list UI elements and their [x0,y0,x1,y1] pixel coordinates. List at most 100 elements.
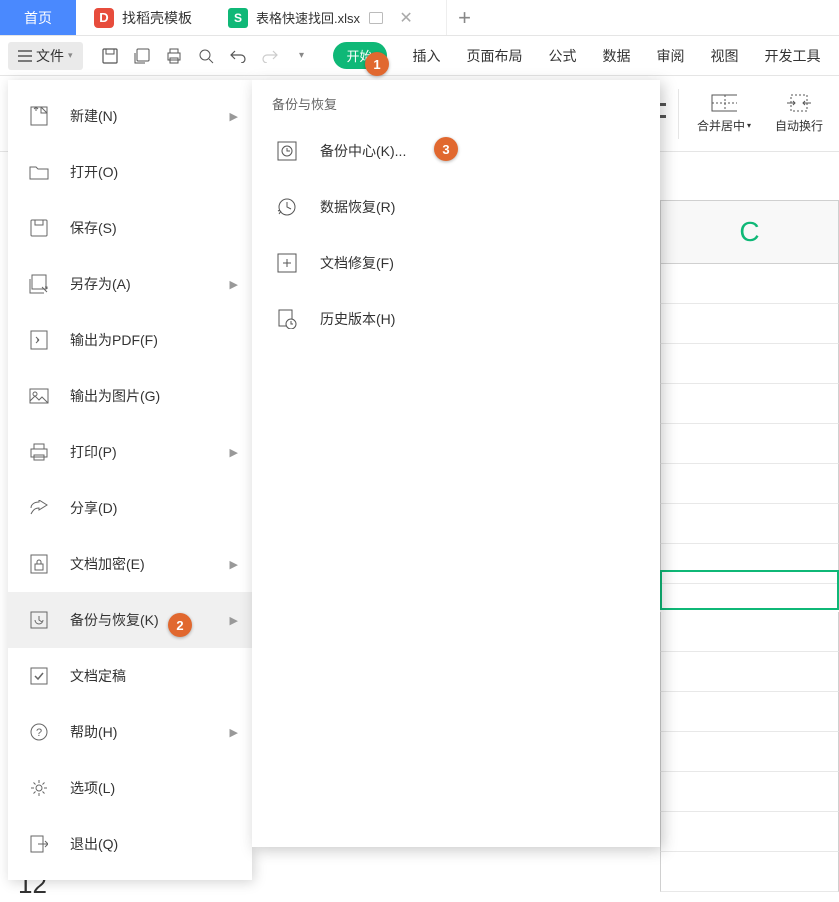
submenu-data-recovery[interactable]: 数据恢复(R) [252,179,660,235]
tab-bar: 首页 D 找稻壳模板 S 表格快速找回.xlsx ✕ + [0,0,839,36]
new-icon [28,105,50,127]
grid-cell[interactable] [660,772,839,812]
grid-cell[interactable] [660,464,839,504]
file-button[interactable]: 文件 ▾ [8,42,83,70]
close-tab-icon[interactable]: ✕ [398,10,414,26]
grid-cell[interactable] [660,504,839,544]
grid-cell[interactable] [660,612,839,652]
spreadsheet-grid[interactable]: C [660,200,839,902]
chevron-right-icon: ▶ [230,726,238,739]
auto-wrap-label: 自动换行 [775,117,823,134]
grid-cell[interactable] [660,264,839,304]
menu-open-label: 打开(O) [70,162,118,182]
save-icon-button[interactable] [95,41,125,71]
chevron-right-icon: ▶ [230,558,238,571]
ribbon-tab-dev[interactable]: 开发工具 [765,46,821,66]
merge-icon [711,93,737,113]
menu-new-label: 新建(N) [70,106,117,126]
grid-cell-selected[interactable] [660,570,839,610]
help-icon: ? [28,721,50,743]
lock-icon [28,553,50,575]
svg-text:?: ? [36,727,42,739]
quick-toolbar: 文件 ▾ ▾ 开始 插入 页面布局 公式 数据 审阅 视图 开发工具 [0,36,839,76]
ribbon-tab-formula[interactable]: 公式 [549,46,577,66]
print-icon [28,441,50,463]
menu-export-img[interactable]: 输出为图片(G) [8,368,252,424]
preview-icon-button[interactable] [191,41,221,71]
chevron-right-icon: ▶ [230,614,238,627]
check-doc-icon [28,665,50,687]
menu-backup-restore[interactable]: 备份与恢复(K) ▶ [8,592,252,648]
grid-cell[interactable] [660,384,839,424]
menu-finalize-label: 文档定稿 [70,666,126,686]
callout-badge-1: 1 [365,52,389,76]
menu-help[interactable]: ? 帮助(H) ▶ [8,704,252,760]
menu-open[interactable]: 打开(O) [8,144,252,200]
undo-icon-button[interactable] [223,41,253,71]
menu-encrypt[interactable]: 文档加密(E) ▶ [8,536,252,592]
detach-window-icon[interactable] [368,10,384,26]
menu-options-label: 选项(L) [70,778,115,798]
grid-cell[interactable] [660,852,839,892]
menu-backup-restore-label: 备份与恢复(K) [70,610,159,630]
column-header-c[interactable]: C [660,200,839,264]
save-as-icon-button[interactable] [127,41,157,71]
submenu-backup-center-label: 备份中心(K)... [320,141,406,161]
ribbon-view-label: 视图 [711,48,739,64]
chevron-down-icon: ▾ [747,121,751,130]
grid-cell[interactable] [660,812,839,852]
menu-share[interactable]: 分享(D) [8,480,252,536]
submenu-doc-repair[interactable]: 文档修复(F) [252,235,660,291]
redo-icon-button[interactable] [255,41,285,71]
exit-icon [28,833,50,855]
ribbon-tab-review[interactable]: 审阅 [657,46,685,66]
menu-options[interactable]: 选项(L) [8,760,252,816]
menu-encrypt-label: 文档加密(E) [70,554,145,574]
menu-export-pdf[interactable]: 输出为PDF(F) [8,312,252,368]
print-icon-button[interactable] [159,41,189,71]
file-menu: 新建(N) ▶ 打开(O) 保存(S) 另存为(A) ▶ 输出为PDF(F) 输… [8,80,252,880]
menu-finalize[interactable]: 文档定稿 [8,648,252,704]
new-tab-button[interactable]: + [446,0,482,35]
ribbon-tab-insert[interactable]: 插入 [413,46,441,66]
ribbon-tab-view[interactable]: 视图 [711,46,739,66]
spreadsheet-icon: S [228,8,248,28]
grid-cell[interactable] [660,424,839,464]
hamburger-icon [18,50,32,62]
menu-new[interactable]: 新建(N) ▶ [8,88,252,144]
menu-save-label: 保存(S) [70,218,117,238]
wrap-icon [786,93,812,113]
tab-home[interactable]: 首页 [0,0,76,35]
ribbon-review-label: 审阅 [657,48,685,64]
grid-cell[interactable] [660,652,839,692]
menu-exit-label: 退出(Q) [70,834,118,854]
ribbon-tab-layout[interactable]: 页面布局 [467,46,523,66]
chevron-right-icon: ▶ [230,278,238,291]
menu-exit[interactable]: 退出(Q) [8,816,252,872]
grid-cell[interactable] [660,692,839,732]
backup-submenu: 备份与恢复 备份中心(K)... 数据恢复(R) 文档修复(F) 历史版本(H) [252,80,660,847]
auto-wrap-button[interactable]: 自动换行 [769,89,829,138]
chevron-right-icon: ▶ [230,446,238,459]
menu-save-as[interactable]: 另存为(A) ▶ [8,256,252,312]
pdf-icon [28,329,50,351]
save-as-icon [28,273,50,295]
gear-icon [28,777,50,799]
merge-center-label: 合并居中 [697,117,745,134]
grid-cell[interactable] [660,344,839,384]
grid-cell[interactable] [660,304,839,344]
toolbar-more-button[interactable]: ▾ [287,41,317,71]
menu-save[interactable]: 保存(S) [8,200,252,256]
share-icon [28,497,50,519]
merge-center-button[interactable]: 合并居中▾ [691,89,757,138]
submenu-doc-repair-label: 文档修复(F) [320,253,394,273]
ribbon-layout-label: 页面布局 [467,48,523,64]
tab-templates[interactable]: D 找稻壳模板 [76,0,210,35]
menu-save-as-label: 另存为(A) [70,274,131,294]
submenu-data-recovery-label: 数据恢复(R) [320,197,395,217]
grid-cell[interactable] [660,732,839,772]
submenu-history[interactable]: 历史版本(H) [252,291,660,347]
ribbon-tab-data[interactable]: 数据 [603,46,631,66]
tab-document[interactable]: S 表格快速找回.xlsx ✕ [210,0,438,35]
menu-print[interactable]: 打印(P) ▶ [8,424,252,480]
